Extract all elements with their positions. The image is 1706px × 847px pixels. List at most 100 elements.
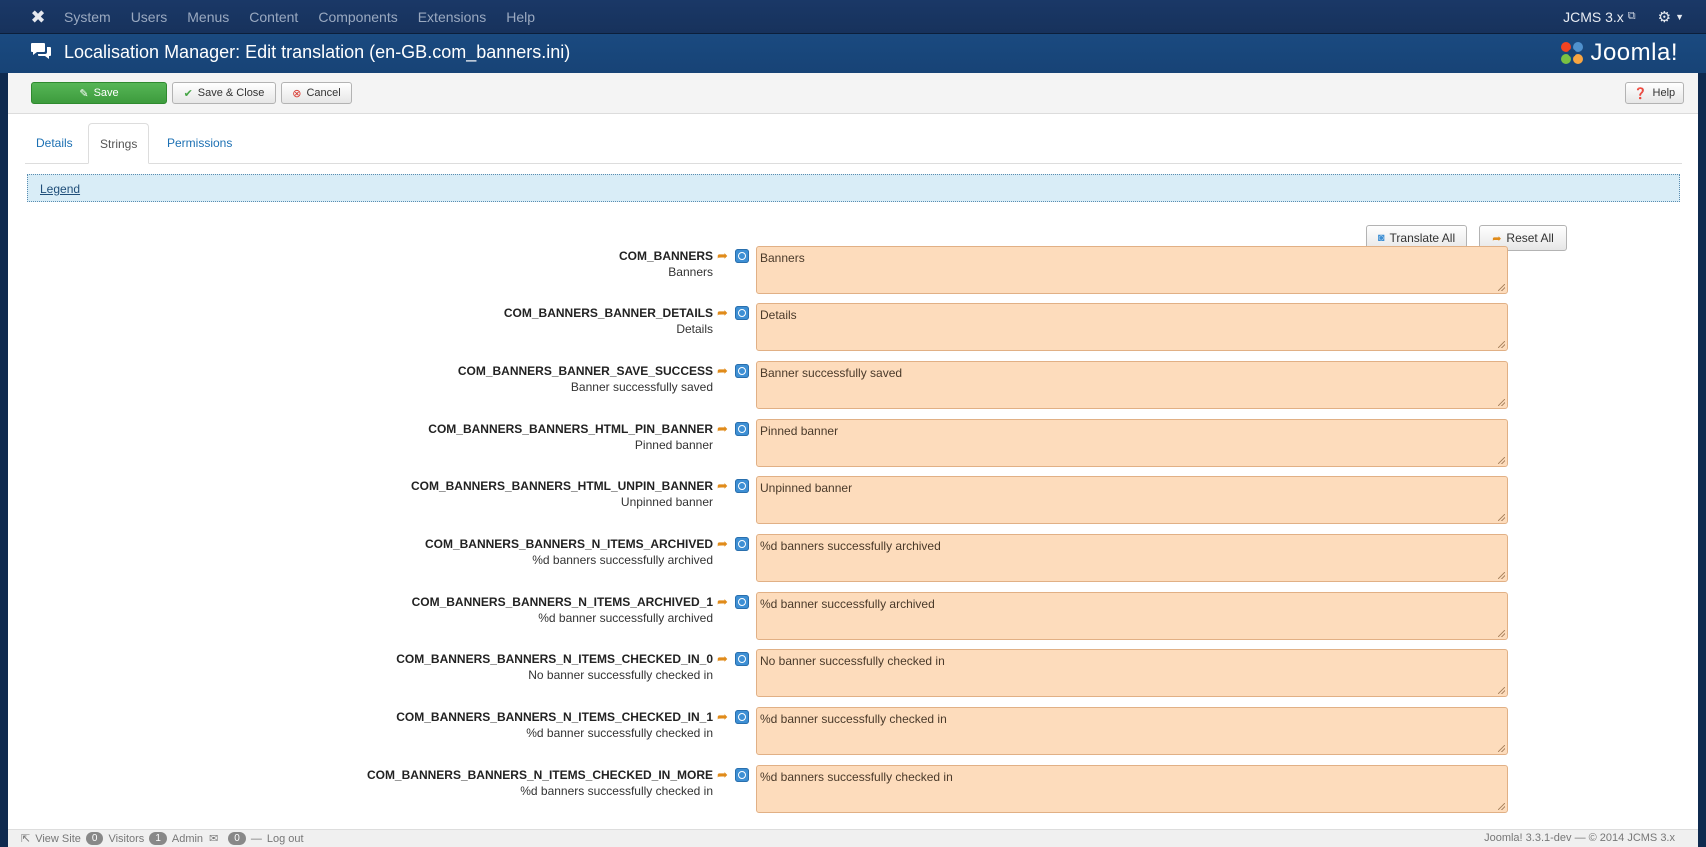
translation-text: Banners — [760, 251, 805, 265]
menu-item-content[interactable]: Content — [249, 9, 298, 25]
string-original: Pinned banner — [634, 438, 713, 452]
translate-string-icon[interactable] — [735, 364, 749, 378]
tab-strings[interactable]: Strings — [88, 123, 150, 164]
joomla-brand: Joomla! — [1558, 38, 1678, 68]
resize-grip-icon[interactable] — [1498, 745, 1505, 752]
reset-string-icon[interactable]: ➦ — [717, 595, 729, 608]
reset-string-icon[interactable]: ➦ — [717, 249, 729, 262]
gear-icon[interactable]: ⚙ — [1658, 8, 1671, 26]
chevron-down-icon[interactable]: ▼ — [1675, 12, 1684, 22]
translation-textarea[interactable]: Unpinned banner — [756, 476, 1508, 524]
main-menu: System Users Menus Content Components Ex… — [64, 0, 555, 33]
translation-text: No banner successfully checked in — [760, 654, 945, 668]
string-row: COM_BANNERS Banners ➦ Banners — [8, 246, 1698, 299]
reset-all-label: Reset All — [1506, 231, 1554, 245]
string-original: Banners — [668, 265, 713, 279]
joomla-brand-icon — [1561, 42, 1584, 64]
string-key: COM_BANNERS_BANNER_DETAILS — [503, 306, 713, 320]
translation-textarea[interactable]: No banner successfully checked in — [756, 649, 1508, 697]
resize-grip-icon[interactable] — [1498, 572, 1505, 579]
translate-string-icon[interactable] — [735, 652, 749, 666]
string-row: COM_BANNERS_BANNERS_N_ITEMS_CHECKED_IN_1… — [8, 707, 1698, 760]
menu-item-users[interactable]: Users — [131, 9, 168, 25]
string-row: COM_BANNERS_BANNERS_N_ITEMS_CHECKED_IN_0… — [8, 649, 1698, 702]
translation-textarea[interactable]: %d banners successfully checked in — [756, 765, 1508, 813]
reset-string-icon[interactable]: ➦ — [717, 422, 729, 435]
translate-string-icon[interactable] — [735, 249, 749, 263]
string-key: COM_BANNERS_BANNERS_N_ITEMS_ARCHIVED_1 — [411, 595, 713, 609]
reset-string-icon[interactable]: ➦ — [717, 710, 729, 723]
joomla-logo-icon[interactable]: ✖ — [28, 7, 48, 27]
translation-text: %d banner successfully archived — [760, 597, 935, 611]
comments-icon — [31, 43, 51, 59]
save-button[interactable]: ✎ Save — [31, 82, 167, 104]
translate-string-icon[interactable] — [735, 595, 749, 609]
translate-string-icon[interactable] — [735, 306, 749, 320]
cancel-button[interactable]: ⊗ Cancel — [281, 82, 352, 104]
menu-item-components[interactable]: Components — [318, 9, 397, 25]
logout-link[interactable]: Log out — [267, 833, 304, 845]
resize-grip-icon[interactable] — [1498, 399, 1505, 406]
page-title: Localisation Manager: Edit translation (… — [64, 42, 571, 62]
cancel-button-label: Cancel — [306, 87, 341, 99]
resize-grip-icon[interactable] — [1498, 687, 1505, 694]
edit-icon: ✎ — [79, 87, 89, 100]
reset-string-icon[interactable]: ➦ — [717, 364, 729, 377]
messages-count-badge[interactable]: 0 — [228, 832, 246, 845]
page-header: Localisation Manager: Edit translation (… — [0, 34, 1706, 73]
menu-item-system[interactable]: System — [64, 9, 111, 25]
save-close-button[interactable]: ✔ Save & Close — [172, 82, 276, 104]
translation-textarea[interactable]: Banner successfully saved — [756, 361, 1508, 409]
resize-grip-icon[interactable] — [1498, 514, 1505, 521]
question-icon: ❓ — [1633, 87, 1648, 100]
view-site-link[interactable]: View Site — [35, 833, 81, 845]
string-key: COM_BANNERS_BANNERS_N_ITEMS_ARCHIVED — [424, 537, 713, 551]
resize-grip-icon[interactable] — [1498, 341, 1505, 348]
reset-string-icon[interactable]: ➦ — [717, 652, 729, 665]
translate-string-icon[interactable] — [735, 479, 749, 493]
resize-grip-icon[interactable] — [1498, 457, 1505, 464]
resize-grip-icon[interactable] — [1498, 803, 1505, 810]
translation-textarea[interactable]: %d banner successfully archived — [756, 592, 1508, 640]
reset-string-icon[interactable]: ➦ — [717, 537, 729, 550]
reset-icon: ➦ — [1492, 232, 1502, 245]
check-icon: ✔ — [183, 87, 193, 100]
logout-icon: — — [250, 832, 262, 845]
translation-text: %d banners successfully archived — [760, 539, 941, 553]
legend-toggle[interactable]: Legend — [40, 182, 80, 196]
save-close-button-label: Save & Close — [197, 87, 265, 99]
save-button-label: Save — [93, 87, 119, 99]
menu-item-menus[interactable]: Menus — [187, 9, 229, 25]
status-bar: ⇱ View Site 0 Visitors 1 Admin ✉ 0 — Log… — [8, 829, 1698, 847]
tab-permissions[interactable]: Permissions — [156, 123, 243, 163]
string-original: %d banner successfully archived — [538, 611, 713, 625]
string-row: COM_BANNERS_BANNERS_N_ITEMS_CHECKED_IN_M… — [8, 765, 1698, 818]
translate-string-icon[interactable] — [735, 768, 749, 782]
translate-string-icon[interactable] — [735, 422, 749, 436]
translation-textarea[interactable]: Details — [756, 303, 1508, 351]
resize-grip-icon[interactable] — [1498, 630, 1505, 637]
translation-textarea[interactable]: Banners — [756, 246, 1508, 294]
translate-string-icon[interactable] — [735, 710, 749, 724]
translation-textarea[interactable]: Pinned banner — [756, 419, 1508, 467]
string-key: COM_BANNERS_BANNERS_HTML_UNPIN_BANNER — [410, 479, 713, 493]
menu-item-extensions[interactable]: Extensions — [418, 9, 486, 25]
resize-grip-icon[interactable] — [1498, 284, 1505, 291]
reset-string-icon[interactable]: ➦ — [717, 768, 729, 781]
nav-right: JCMS 3.x ⧉ ⚙ ▼ — [1563, 0, 1684, 33]
menu-item-help[interactable]: Help — [506, 9, 535, 25]
string-original: %d banners successfully archived — [532, 553, 713, 567]
visitors-label: Visitors — [108, 832, 145, 845]
help-button[interactable]: ❓ Help — [1625, 82, 1684, 104]
translate-icon: ◙ — [1377, 232, 1385, 244]
translation-textarea[interactable]: %d banners successfully archived — [756, 534, 1508, 582]
tab-details[interactable]: Details — [25, 123, 84, 163]
string-key: COM_BANNERS_BANNER_SAVE_SUCCESS — [457, 364, 713, 378]
site-link[interactable]: JCMS 3.x — [1563, 9, 1624, 25]
translation-textarea[interactable]: %d banner successfully checked in — [756, 707, 1508, 755]
reset-string-icon[interactable]: ➦ — [717, 479, 729, 492]
version-info: Joomla! 3.3.1-dev — © 2014 JCMS 3.x — [1484, 832, 1675, 844]
translate-string-icon[interactable] — [735, 537, 749, 551]
legend-panel: Legend — [27, 174, 1680, 202]
reset-string-icon[interactable]: ➦ — [717, 306, 729, 319]
